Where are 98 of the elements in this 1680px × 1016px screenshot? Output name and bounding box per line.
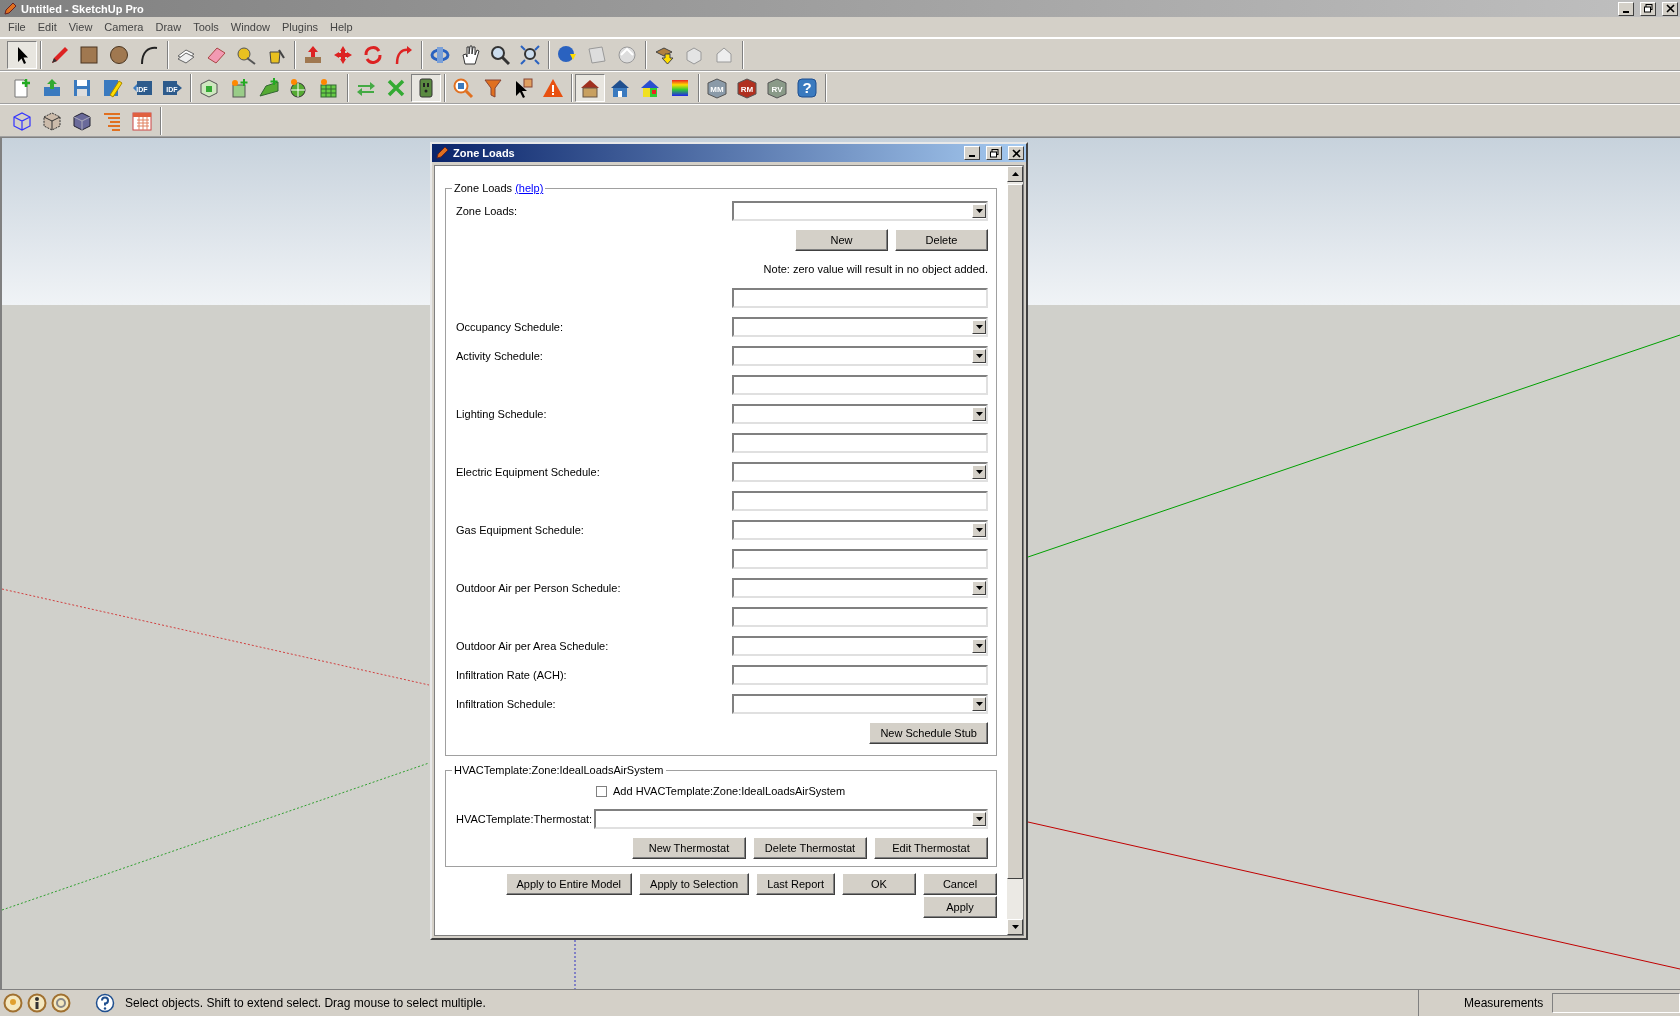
- group-title: Zone Loads: [454, 182, 513, 194]
- rotate-arrows-icon: [362, 43, 384, 66]
- dialog-button[interactable]: Apply to Entire Model: [505, 873, 633, 895]
- menu-item[interactable]: Help: [324, 21, 359, 33]
- input-field[interactable]: [732, 490, 988, 511]
- field-label: Gas Equipment Schedule:: [456, 523, 584, 536]
- new-file-icon: [11, 76, 33, 99]
- menu-item[interactable]: View: [62, 21, 99, 33]
- dialog-button[interactable]: Delete Thermostat: [753, 836, 867, 859]
- restore-icon: [989, 148, 999, 158]
- dialog-button[interactable]: New Thermostat: [632, 836, 746, 859]
- dialog-button[interactable]: OK: [842, 873, 916, 895]
- dialog-button[interactable]: Apply: [923, 896, 997, 918]
- pencil-icon: [435, 146, 449, 160]
- hand-icon: [459, 43, 481, 66]
- magnifier-icon: [489, 43, 511, 66]
- close-icon: [1011, 148, 1021, 158]
- field-label: Lighting Schedule:: [456, 407, 547, 420]
- dialog-button[interactable]: New: [795, 228, 888, 251]
- dropdown-field[interactable]: [594, 808, 988, 829]
- field-label: Occupancy Schedule:: [456, 320, 563, 333]
- axis-line: [574, 939, 576, 989]
- toolbar-button[interactable]: [411, 73, 441, 102]
- input-field[interactable]: [732, 374, 988, 395]
- pencil-icon: [3, 1, 17, 16]
- dialog-button[interactable]: Delete: [895, 228, 988, 251]
- measurements-label: Measurements: [1464, 996, 1544, 1010]
- group-title: HVACTemplate:Zone:IdealLoadsAirSystem: [454, 764, 664, 776]
- menu-item[interactable]: Window: [224, 21, 276, 33]
- note-text: Note: zero value will result in no object added.: [762, 262, 988, 275]
- dialog-button[interactable]: Cancel: [923, 873, 997, 895]
- calendar-icon: [131, 109, 153, 132]
- field-label: Activity Schedule:: [456, 349, 543, 362]
- field-label: Infiltration Rate (ACH):: [456, 668, 567, 681]
- field-label: Outdoor Air per Person Schedule:: [456, 581, 621, 594]
- open-folder-icon: [41, 76, 63, 99]
- menu-item[interactable]: Tools: [187, 21, 225, 33]
- restore-icon: [1643, 4, 1653, 13]
- dropdown-field[interactable]: [732, 693, 988, 714]
- blank-sheet-icon: [586, 43, 608, 66]
- minimize-button[interactable]: [1618, 1, 1634, 16]
- dropdown-field[interactable]: [732, 345, 988, 366]
- grid-plus-icon: [318, 76, 340, 99]
- menu-item[interactable]: File: [2, 21, 32, 33]
- close-icon: [1665, 4, 1675, 13]
- dropdown-field[interactable]: [732, 403, 988, 424]
- close-button[interactable]: [1662, 1, 1678, 16]
- dialog-title: Zone Loads: [453, 147, 515, 159]
- magnifier-cube-icon: [452, 76, 474, 99]
- input-field[interactable]: [732, 606, 988, 627]
- status-message: Select objects. Shift to extend select. Drag mouse to select multiple.: [125, 996, 486, 1010]
- field-label: Zone Loads:: [456, 204, 518, 217]
- input-field[interactable]: [732, 548, 988, 569]
- new-schedule-stub-button[interactable]: New Schedule Stub: [869, 721, 988, 744]
- plane-icon: [258, 76, 280, 99]
- dropdown-field[interactable]: [732, 635, 988, 656]
- scrollbar[interactable]: [1007, 166, 1023, 935]
- input-field[interactable]: [732, 664, 988, 685]
- dropdown-field[interactable]: [732, 200, 988, 221]
- input-field[interactable]: [732, 432, 988, 453]
- field-label: Infiltration Schedule:: [456, 697, 556, 710]
- field-label: Electric Equipment Schedule:: [456, 465, 600, 478]
- close-button[interactable]: [1008, 146, 1024, 160]
- scroll-up-icon[interactable]: [1011, 172, 1019, 176]
- dialog-button[interactable]: Edit Thermostat: [874, 836, 988, 859]
- faded-globe-icon: [616, 43, 638, 66]
- circle-icon: [108, 43, 130, 66]
- dialog-button[interactable]: Apply to Selection: [639, 873, 750, 895]
- menu-item[interactable]: Camera: [98, 21, 150, 33]
- field-label: Outdoor Air per Area Schedule:: [456, 639, 609, 652]
- menu-item[interactable]: Plugins: [275, 21, 325, 33]
- dropdown-field[interactable]: [732, 577, 988, 598]
- funnel-icon: [482, 76, 504, 99]
- restore-button[interactable]: [986, 146, 1002, 160]
- dialog-button[interactable]: Last Report: [756, 873, 835, 895]
- ring-icon[interactable]: [51, 993, 71, 1013]
- dropdown-field[interactable]: [732, 461, 988, 482]
- toolbar-button[interactable]: [575, 73, 605, 102]
- window-title: Untitled - SketchUp Pro: [21, 2, 144, 15]
- toolbar-button[interactable]: [7, 40, 37, 69]
- menu-item[interactable]: Draw: [149, 21, 188, 33]
- input-field[interactable]: [732, 287, 988, 308]
- menu-item[interactable]: Edit: [31, 21, 63, 33]
- minimize-icon: [1623, 10, 1629, 13]
- checkbox-label: Add HVACTemplate:Zone:IdealLoadsAirSystem: [613, 785, 846, 797]
- help-icon[interactable]: [95, 993, 115, 1013]
- checkbox[interactable]: [596, 785, 607, 797]
- square-icon: [78, 43, 100, 66]
- field-label: HVACTemplate:Thermostat:: [456, 812, 593, 825]
- dropdown-field[interactable]: [732, 316, 988, 337]
- minimize-button[interactable]: [964, 146, 980, 160]
- dropdown-field[interactable]: [732, 519, 988, 540]
- zoom-extents-icon: [519, 43, 541, 66]
- scroll-down-icon[interactable]: [1011, 925, 1019, 929]
- help-link[interactable]: (help): [515, 182, 544, 194]
- restore-button[interactable]: [1640, 1, 1656, 16]
- minimize-icon: [969, 155, 975, 157]
- measurements-field[interactable]: [1552, 993, 1680, 1013]
